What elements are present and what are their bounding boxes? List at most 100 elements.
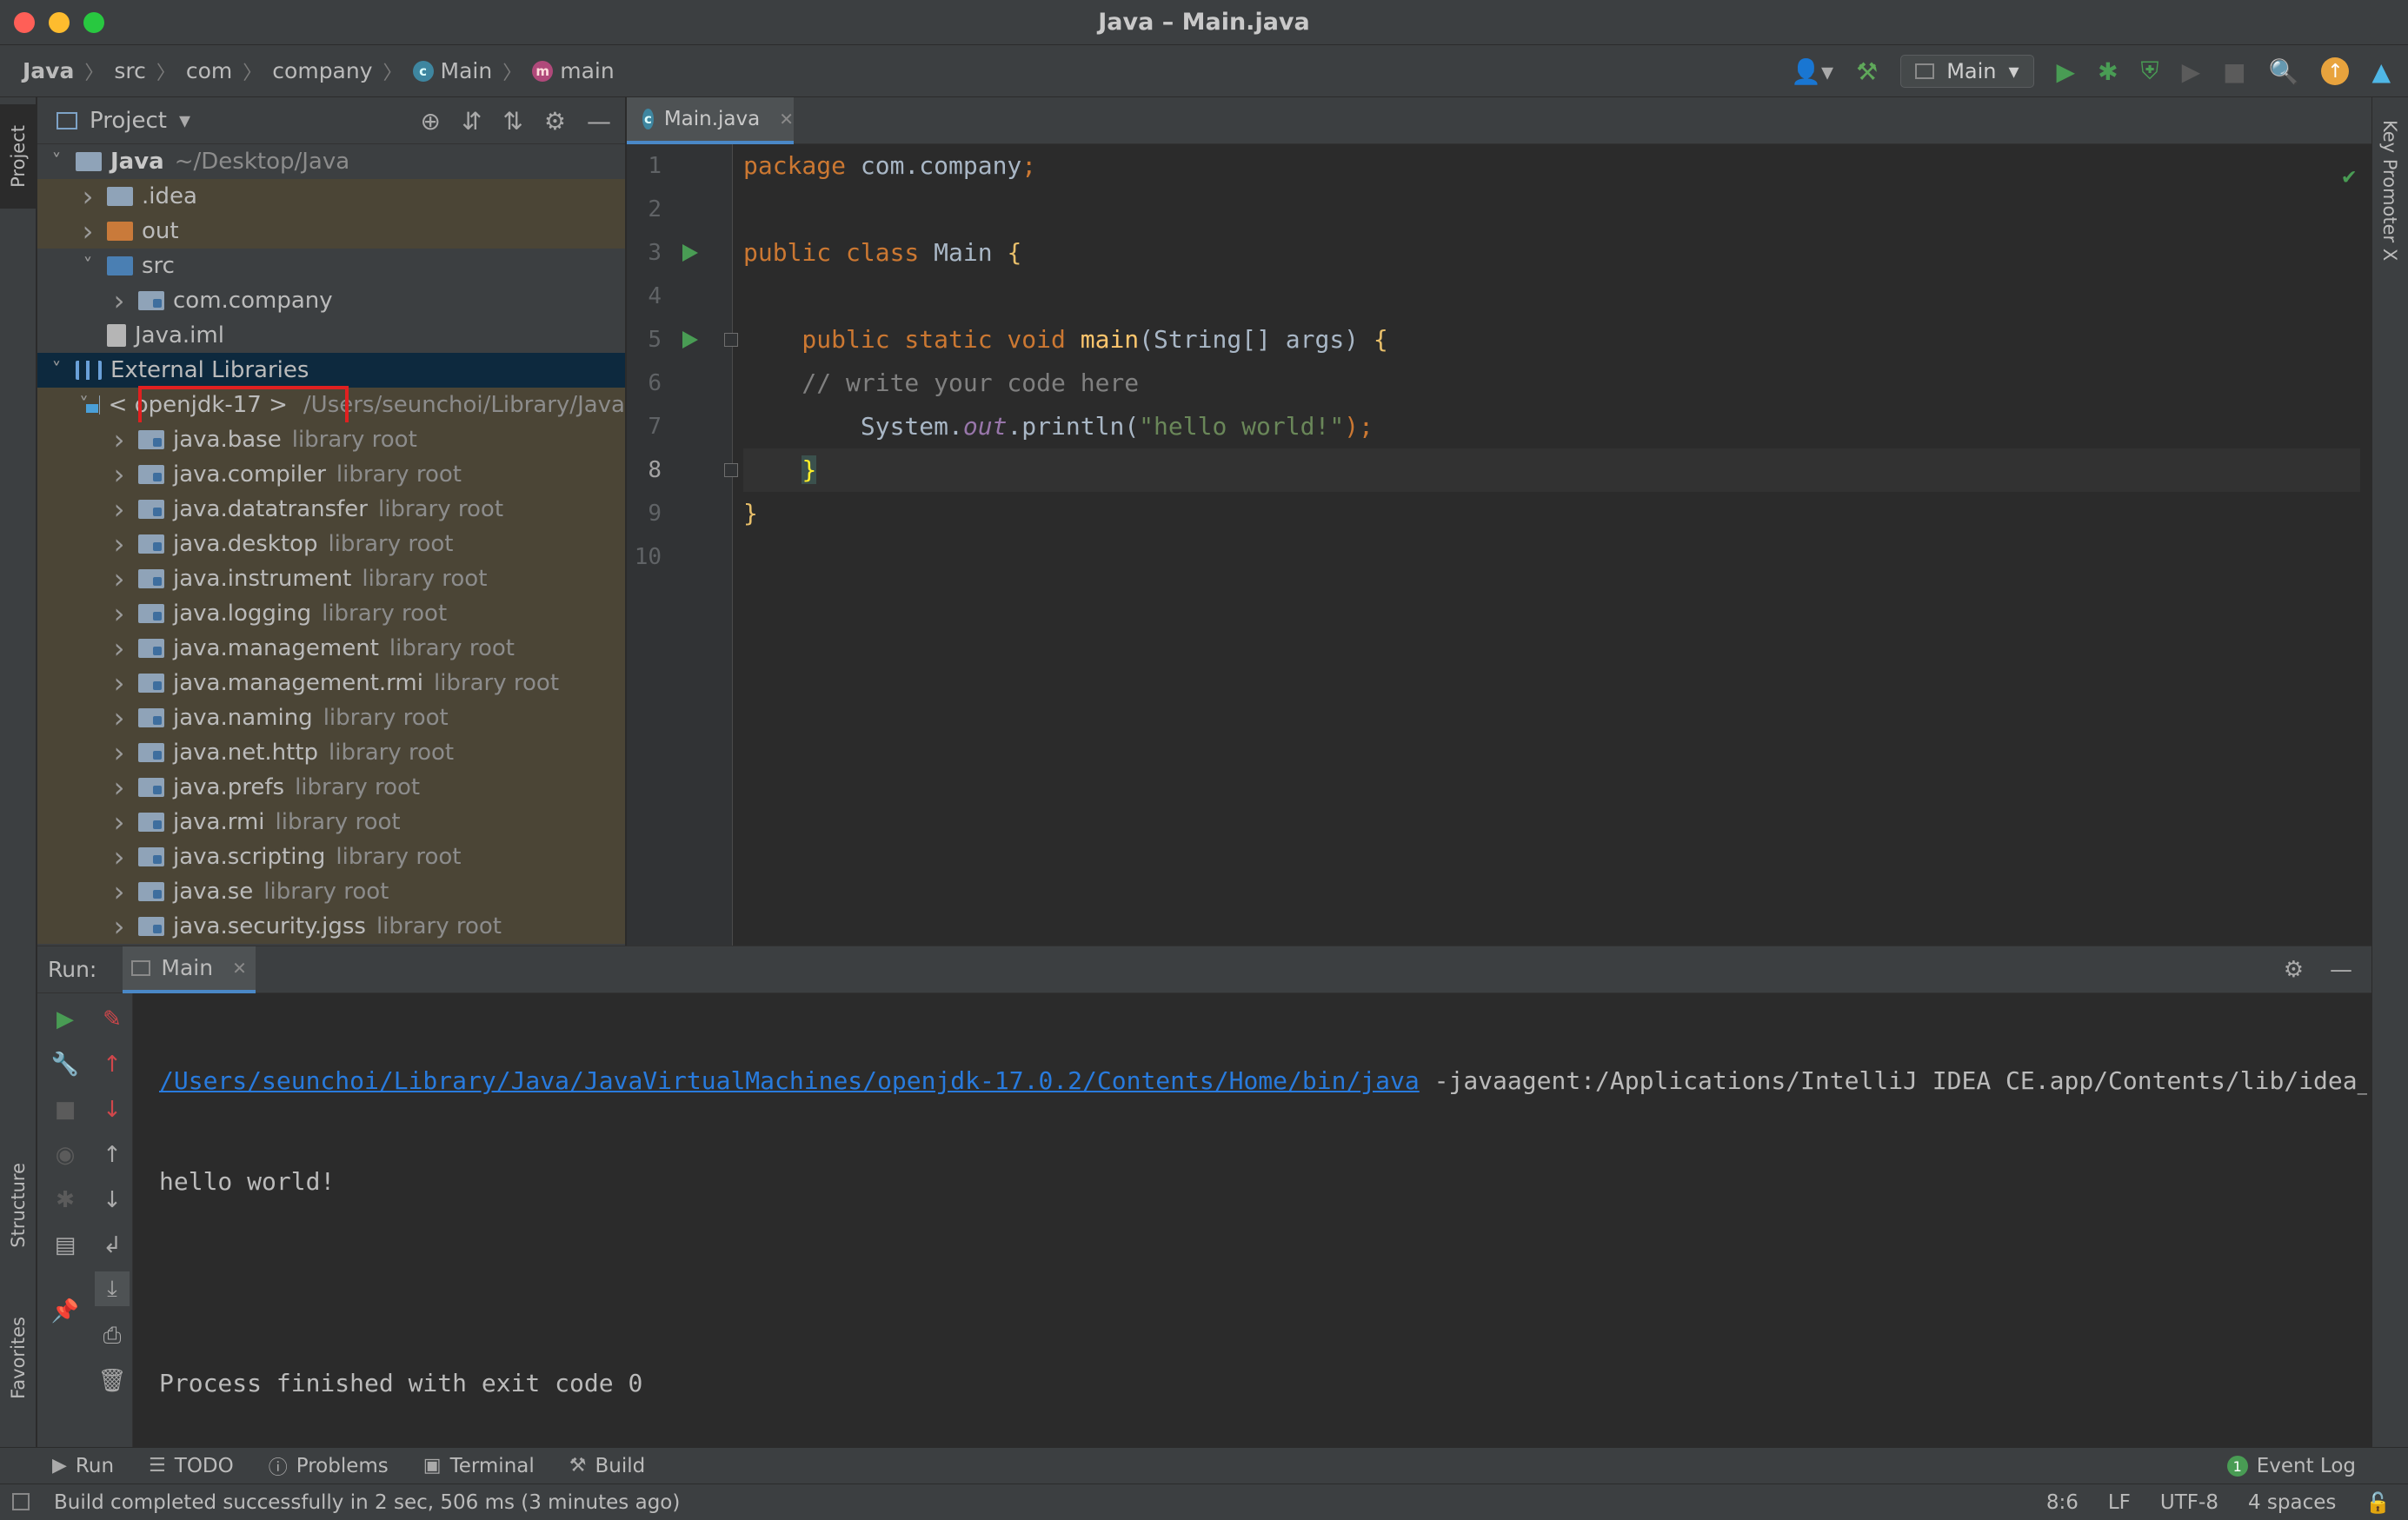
code-line[interactable]	[743, 188, 2360, 231]
profile-icon[interactable]: ▶	[2182, 57, 2201, 86]
run-gutter-icon[interactable]	[682, 244, 698, 262]
project-side-tab[interactable]: Project	[0, 104, 37, 209]
tab-main-java[interactable]: c Main.java ✕	[627, 97, 794, 144]
run-gutter-icon[interactable]	[682, 331, 698, 348]
breadcrumb-item[interactable]: src	[114, 58, 146, 83]
code-line[interactable]: System.out.println("hello world!");	[743, 405, 2360, 448]
maximize-window-button[interactable]	[83, 12, 104, 33]
chevron-down-icon[interactable]: ˅	[79, 256, 96, 277]
code-line[interactable]: // write your code here	[743, 362, 2360, 405]
tree-row[interactable]: ˅ Java ~/Desktop/Java	[37, 144, 625, 179]
up-red-icon[interactable]: ↑	[95, 1047, 130, 1082]
tree-row[interactable]: › java.scripting library root	[37, 840, 625, 874]
up-arrow-icon[interactable]: ↑	[95, 1138, 130, 1172]
stop-icon[interactable]: ■	[48, 1092, 83, 1127]
chevron-right-icon[interactable]: ›	[110, 875, 128, 908]
tool-tab-terminal[interactable]: ▣ Terminal	[423, 1455, 535, 1477]
caret-position[interactable]: 8:6	[2046, 1491, 2079, 1514]
soft-wrap-icon[interactable]: ↲	[95, 1228, 130, 1263]
line-separator[interactable]: LF	[2108, 1491, 2131, 1514]
print-icon[interactable]: ⎙	[95, 1318, 130, 1353]
code-line[interactable]: public class Main {	[743, 231, 2360, 275]
run-tab-main[interactable]: Main ✕	[123, 946, 256, 993]
key-promoter-side-tab[interactable]: Key Promoter X	[2379, 120, 2400, 261]
tree-row[interactable]: › java.desktop library root	[37, 527, 625, 561]
stop-icon[interactable]: ■	[2223, 57, 2245, 86]
tree-row[interactable]: › java.prefs library root	[37, 770, 625, 805]
chevron-down-icon[interactable]: ˅	[48, 151, 65, 173]
tree-row[interactable]: ˅ External Libraries	[37, 353, 625, 388]
close-window-button[interactable]	[14, 12, 35, 33]
layout-icon[interactable]: ▤	[48, 1228, 83, 1263]
code-area[interactable]: package com.company; public class Main { …	[743, 144, 2360, 946]
camera-icon[interactable]: ◉	[48, 1138, 83, 1172]
run-icon[interactable]: ▶	[2057, 57, 2076, 86]
down-arrow-icon[interactable]: ↓	[95, 1183, 130, 1218]
chevron-down-icon[interactable]: ▾	[179, 108, 190, 134]
tool-tab-run[interactable]: ▶ Run	[52, 1455, 114, 1477]
expand-all-icon[interactable]: ⇵	[462, 107, 482, 136]
tree-row[interactable]: › java.security.jgss library root	[37, 909, 625, 944]
toggle-tool-windows-icon[interactable]	[12, 1493, 30, 1510]
chevron-down-icon[interactable]: ˅	[48, 360, 65, 382]
collapse-all-icon[interactable]: ⇅	[502, 107, 522, 136]
tool-tab-build[interactable]: ⚒ Build	[569, 1455, 645, 1477]
project-view-select[interactable]: Project	[90, 108, 167, 134]
down-red-icon[interactable]: ↓	[95, 1092, 130, 1127]
tree-row[interactable]: › java.net.http library root	[37, 735, 625, 770]
indent-setting[interactable]: 4 spaces	[2248, 1491, 2336, 1514]
chevron-right-icon[interactable]: ›	[110, 423, 128, 456]
scroll-to-end-icon[interactable]: ⤓	[95, 1271, 130, 1306]
chevron-right-icon[interactable]: ›	[110, 910, 128, 943]
chevron-right-icon[interactable]: ›	[110, 667, 128, 700]
run-configuration-select[interactable]: Main ▾	[1900, 55, 2034, 88]
coverage-icon[interactable]: ⛨	[2141, 56, 2159, 86]
chevron-right-icon[interactable]: ›	[110, 562, 128, 595]
structure-side-tab[interactable]: Structure	[0, 1149, 37, 1262]
tree-row[interactable]: › java.compiler library root	[37, 457, 625, 492]
jetbrains-icon[interactable]: ▲	[2371, 57, 2391, 86]
gear-icon[interactable]: ⚙	[2284, 957, 2304, 983]
breadcrumb-item[interactable]: m main	[532, 58, 615, 83]
lock-icon[interactable]: 🔓	[2365, 1491, 2391, 1515]
code-line[interactable]: }	[743, 492, 2360, 535]
pin-icon[interactable]: 📌	[48, 1294, 83, 1329]
chevron-right-icon[interactable]: ›	[110, 493, 128, 526]
search-icon[interactable]: 🔍	[2269, 57, 2299, 86]
favorites-side-tab[interactable]: Favorites	[0, 1297, 37, 1418]
user-icon[interactable]: 👤▾	[1791, 57, 1833, 86]
minimize-window-button[interactable]	[49, 12, 70, 33]
settings-bug-icon[interactable]: ✱	[48, 1183, 83, 1218]
close-icon[interactable]: ✕	[232, 958, 247, 979]
chevron-right-icon[interactable]: ›	[110, 458, 128, 491]
chevron-right-icon[interactable]: ›	[79, 215, 96, 248]
chevron-right-icon[interactable]: ›	[110, 701, 128, 734]
tree-row[interactable]: › java.instrument library root	[37, 561, 625, 596]
modify-config-icon[interactable]: 🔧	[48, 1047, 83, 1082]
locate-icon[interactable]: ⊕	[420, 107, 440, 136]
chevron-right-icon[interactable]: ›	[110, 284, 128, 317]
code-line[interactable]: public static void main(String[] args) {	[743, 318, 2360, 362]
clear-output-icon[interactable]: ✎	[95, 1002, 130, 1037]
tree-row[interactable]: ˅ src	[37, 249, 625, 283]
chevron-right-icon[interactable]: ›	[110, 632, 128, 665]
code-line[interactable]: package com.company;	[743, 144, 2360, 188]
tree-row[interactable]: › java.datatransfer library root	[37, 492, 625, 527]
tree-row[interactable]: › out	[37, 214, 625, 249]
file-encoding[interactable]: UTF-8	[2160, 1491, 2218, 1514]
chevron-right-icon[interactable]: ›	[79, 180, 96, 213]
debug-icon[interactable]: ✱	[2098, 57, 2118, 86]
tree-row[interactable]: › .idea	[37, 179, 625, 214]
hide-icon[interactable]: —	[2330, 957, 2352, 983]
tree-row[interactable]: › com.company	[37, 283, 625, 318]
chevron-right-icon[interactable]: ›	[110, 597, 128, 630]
code-line[interactable]: }	[743, 448, 2360, 492]
breadcrumb-item[interactable]: c Main	[412, 58, 492, 83]
tree-row[interactable]: Java.iml	[37, 318, 625, 353]
console-output[interactable]: /Users/seunchoi/Library/Java/JavaVirtual…	[159, 1002, 2367, 1463]
breadcrumb-item[interactable]: com	[186, 58, 232, 83]
java-path-link[interactable]: /Users/seunchoi/Library/Java/JavaVirtual…	[159, 1066, 1420, 1095]
event-log-button[interactable]: 1 Event Log	[2226, 1448, 2356, 1484]
tree-row[interactable]: › java.logging library root	[37, 596, 625, 631]
hide-icon[interactable]: —	[587, 107, 611, 136]
